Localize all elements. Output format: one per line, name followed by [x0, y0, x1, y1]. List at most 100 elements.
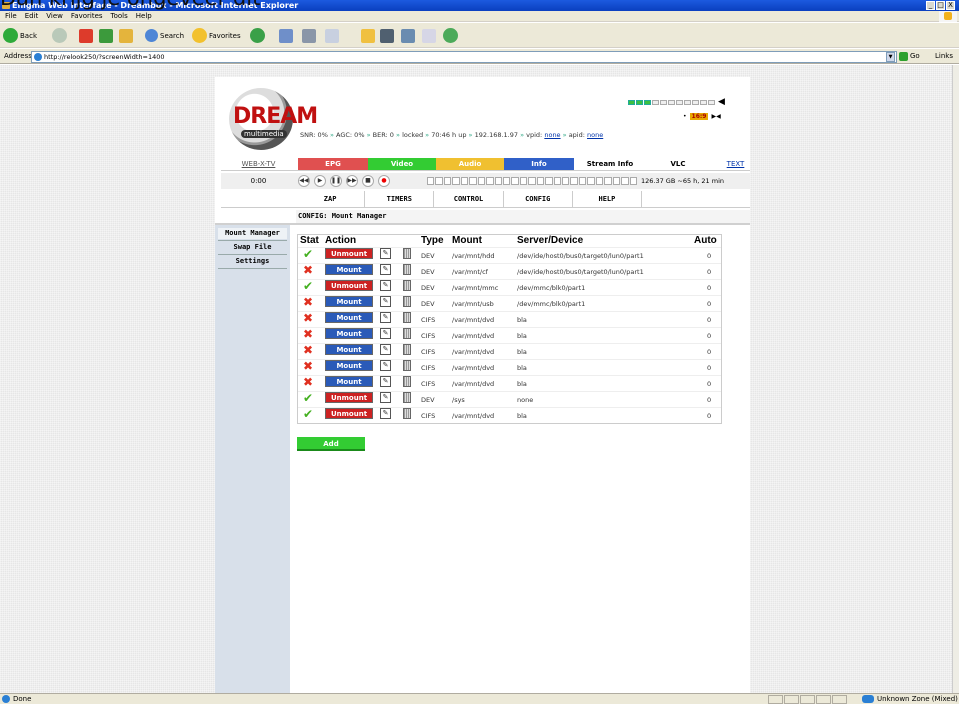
edit-icon[interactable]: ✎: [380, 344, 391, 355]
help-tab[interactable]: HELP: [573, 191, 643, 207]
home-button[interactable]: [119, 27, 133, 44]
menu-edit[interactable]: Edit: [25, 11, 39, 21]
unmounted-x-icon: ✖: [303, 311, 314, 325]
mail-button[interactable]: [279, 27, 293, 44]
folder-button[interactable]: [361, 27, 375, 44]
trash-icon[interactable]: [403, 392, 411, 403]
mounted-check-icon: ✔: [303, 279, 314, 293]
unmounted-x-icon: ✖: [303, 375, 314, 389]
print-button[interactable]: [302, 27, 316, 44]
sidebar-item-swap-file[interactable]: Swap File: [218, 242, 287, 253]
zap-tab[interactable]: ZAP: [296, 191, 366, 207]
edit-icon[interactable]: ✎: [380, 248, 391, 259]
edit-icon[interactable]: ✎: [380, 376, 391, 387]
trash-icon[interactable]: [403, 264, 411, 275]
edit-icon[interactable]: ✎: [380, 280, 391, 291]
sidebar-item-settings[interactable]: Settings: [218, 256, 287, 267]
trash-icon[interactable]: [403, 408, 411, 419]
cell-type: CIFS: [421, 332, 436, 340]
vpid-link[interactable]: none: [544, 131, 560, 139]
edit-icon[interactable]: ✎: [380, 264, 391, 275]
trash-icon[interactable]: [403, 296, 411, 307]
trash-icon[interactable]: [403, 280, 411, 291]
unmount-button[interactable]: Unmount: [325, 408, 373, 419]
mount-button[interactable]: Mount: [325, 296, 373, 307]
trash-icon[interactable]: [403, 360, 411, 371]
menu-file[interactable]: File: [5, 11, 17, 21]
refresh-button[interactable]: [99, 27, 113, 44]
menu-help[interactable]: Help: [136, 11, 152, 21]
mount-button[interactable]: Mount: [325, 264, 373, 275]
favorites-button[interactable]: Favorites: [192, 27, 241, 44]
address-dropdown-icon[interactable]: ▼: [886, 52, 895, 62]
menu-tools[interactable]: Tools: [111, 11, 128, 21]
text-link[interactable]: TEXT: [721, 158, 750, 170]
edit-icon[interactable]: ✎: [380, 328, 391, 339]
apid-link[interactable]: none: [587, 131, 603, 139]
vertical-scrollbar[interactable]: [952, 65, 959, 693]
unmount-button[interactable]: Unmount: [325, 248, 373, 259]
mount-button[interactable]: Mount: [325, 376, 373, 387]
trash-icon[interactable]: [403, 312, 411, 323]
address-input[interactable]: http://relook250/?screenWidth=1400: [31, 51, 897, 63]
mount-button[interactable]: Mount: [325, 328, 373, 339]
edit-button[interactable]: [325, 27, 339, 44]
mount-button[interactable]: Mount: [325, 312, 373, 323]
cell-type: DEV: [421, 396, 435, 404]
back-button[interactable]: Back: [3, 27, 37, 44]
play-icon[interactable]: ▶: [314, 175, 326, 187]
edit-icon[interactable]: ✎: [380, 392, 391, 403]
maximize-button[interactable]: □: [936, 1, 945, 10]
control-tab[interactable]: CONTROL: [434, 191, 504, 207]
webtv-link[interactable]: WEB-X-TV: [221, 158, 296, 170]
trash-icon[interactable]: [403, 328, 411, 339]
search-button[interactable]: Search: [145, 27, 184, 44]
address-bar: Address http://relook250/?screenWidth=14…: [0, 49, 959, 64]
research-button[interactable]: [380, 27, 394, 44]
unmount-button[interactable]: Unmount: [325, 280, 373, 291]
stop-icon[interactable]: ■: [362, 175, 374, 187]
links-button[interactable]: Links: [935, 49, 953, 64]
status-done: Done: [2, 694, 31, 704]
stream-info-button[interactable]: Stream Info: [576, 158, 644, 170]
close-button[interactable]: X: [946, 1, 955, 10]
sidebar-item-mount-manager[interactable]: Mount Manager: [218, 228, 287, 239]
record-icon[interactable]: ●: [378, 175, 390, 187]
go-button[interactable]: Go: [899, 50, 921, 63]
edit-icon[interactable]: ✎: [380, 408, 391, 419]
add-button[interactable]: Add: [297, 437, 365, 451]
menu-view[interactable]: View: [46, 11, 63, 21]
stop-button[interactable]: [79, 27, 93, 44]
minimize-button[interactable]: _: [926, 1, 935, 10]
cell-auto: 0: [707, 268, 712, 276]
forward-button[interactable]: [52, 27, 67, 44]
notes-button[interactable]: [422, 27, 436, 44]
fast-forward-icon[interactable]: ▶▶: [346, 175, 358, 187]
playback-progress-bar[interactable]: [427, 177, 637, 185]
history-button[interactable]: [250, 27, 265, 44]
epg-button[interactable]: EPG: [298, 158, 368, 170]
messenger-button[interactable]: [401, 27, 415, 44]
edit-icon[interactable]: ✎: [380, 296, 391, 307]
edit-icon[interactable]: ✎: [380, 312, 391, 323]
trash-icon[interactable]: [403, 248, 411, 259]
people-button[interactable]: [443, 27, 458, 44]
vlc-button[interactable]: VLC: [644, 158, 712, 170]
refresh-icon: [99, 28, 113, 43]
rewind-icon[interactable]: ◀◀: [298, 175, 310, 187]
speaker-icon[interactable]: ◀: [718, 97, 725, 107]
config-tab[interactable]: CONFIG: [504, 191, 573, 207]
trash-icon[interactable]: [403, 344, 411, 355]
menu-favorites[interactable]: Favorites: [71, 11, 103, 21]
audio-button[interactable]: Audio: [436, 158, 504, 170]
mount-button[interactable]: Mount: [325, 344, 373, 355]
video-button[interactable]: Video: [368, 158, 436, 170]
edit-icon[interactable]: ✎: [380, 360, 391, 371]
unmount-button[interactable]: Unmount: [325, 392, 373, 403]
pause-icon[interactable]: ❚❚: [330, 175, 342, 187]
volume-bar[interactable]: ◀: [628, 97, 744, 107]
mount-button[interactable]: Mount: [325, 360, 373, 371]
timers-tab[interactable]: TIMERS: [365, 191, 435, 207]
info-button[interactable]: Info: [504, 158, 574, 170]
trash-icon[interactable]: [403, 376, 411, 387]
